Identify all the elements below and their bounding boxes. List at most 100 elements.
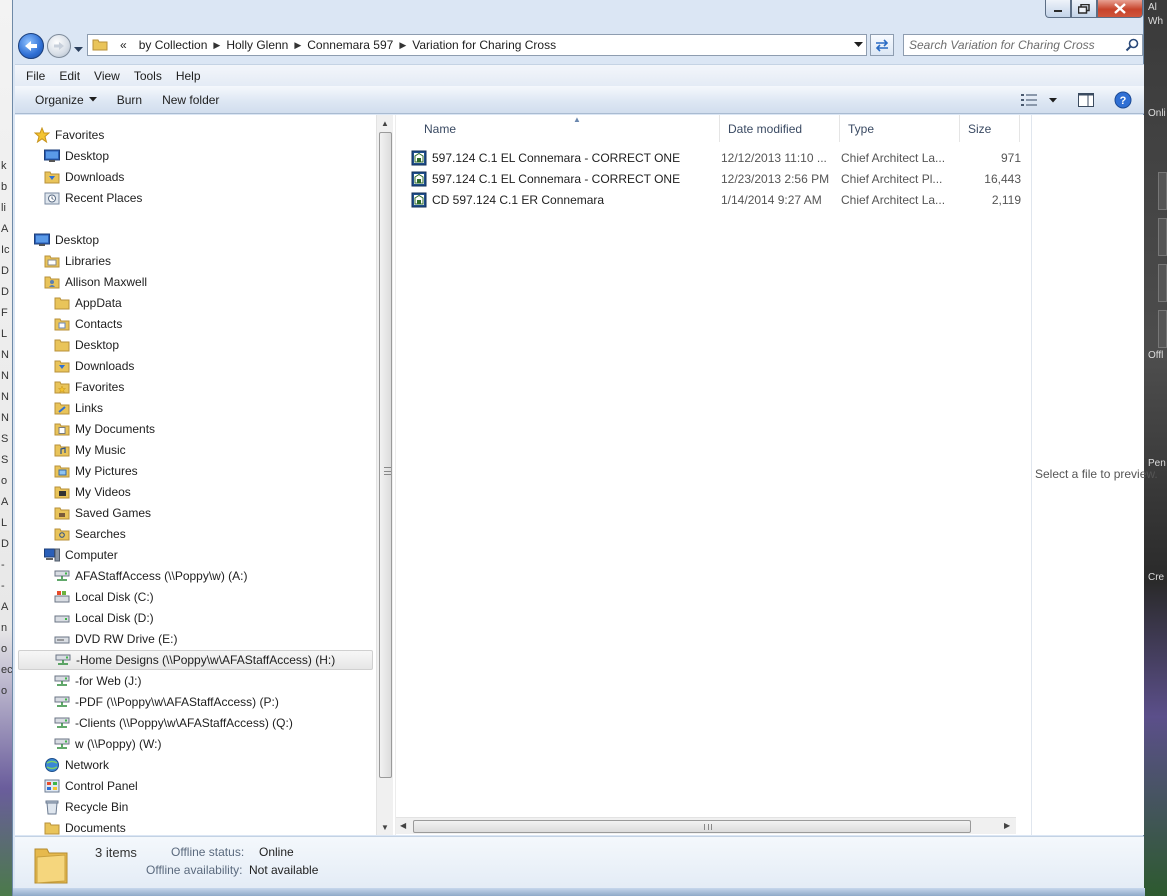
- nav-item[interactable]: My Pictures: [53, 461, 138, 481]
- column-header-date-modified[interactable]: Date modified: [720, 115, 840, 142]
- search-input[interactable]: [904, 38, 1122, 52]
- scroll-right-arrow-icon[interactable]: ▶: [1004, 821, 1010, 830]
- menu-help[interactable]: Help: [169, 69, 208, 83]
- breadcrumb-holly-glenn[interactable]: Holly Glenn: [226, 38, 288, 52]
- nav-item-label: Network: [65, 758, 110, 772]
- breadcrumb-by-collection[interactable]: by Collection: [139, 38, 208, 52]
- nav-item-label: Recycle Bin: [65, 800, 129, 814]
- breadcrumb-separator-icon[interactable]: ▶: [399, 40, 406, 51]
- menu-tools[interactable]: Tools: [127, 69, 169, 83]
- burn-button[interactable]: Burn: [107, 93, 152, 107]
- help-button[interactable]: ?: [1113, 90, 1133, 110]
- column-header-name[interactable]: Name: [416, 115, 720, 142]
- maximize-button[interactable]: [1071, 0, 1097, 18]
- breadcrumb-separator-icon[interactable]: ▶: [213, 40, 220, 51]
- recent-pages-dropdown[interactable]: [74, 42, 83, 56]
- navigation-pane-scrollbar[interactable]: ▲ ▼: [376, 115, 393, 835]
- background-window-text: o: [1, 475, 8, 487]
- breadcrumb-variation-for-charing-cross[interactable]: Variation for Charing Cross: [412, 38, 556, 52]
- nav-item-label: Favorites: [55, 128, 105, 142]
- address-bar[interactable]: « by Collection ▶ Holly Glenn ▶ Connemar…: [87, 34, 867, 56]
- nav-item[interactable]: Desktop: [43, 146, 109, 166]
- refresh-button[interactable]: [870, 34, 894, 56]
- nav-item[interactable]: Local Disk (D:): [53, 608, 154, 628]
- change-view-button[interactable]: [1021, 91, 1065, 109]
- organize-button[interactable]: Organize: [25, 93, 107, 107]
- nav-item[interactable]: -Clients (\\Poppy\w\AFAStaffAccess) (Q:): [53, 713, 293, 733]
- address-dropdown-button[interactable]: [849, 35, 867, 55]
- preview-pane-button[interactable]: [1077, 91, 1095, 109]
- scrollbar-grip: [384, 467, 391, 475]
- nav-item[interactable]: Desktop: [33, 230, 99, 250]
- nav-item[interactable]: Favorites: [33, 125, 104, 145]
- nav-item[interactable]: -PDF (\\Poppy\w\AFAStaffAccess) (P:): [53, 692, 279, 712]
- nav-item[interactable]: AFAStaffAccess (\\Poppy\w) (A:): [53, 566, 248, 586]
- nav-item[interactable]: Recent Places: [43, 188, 142, 208]
- nav-item[interactable]: Links: [53, 398, 103, 418]
- column-header-type[interactable]: Type: [840, 115, 960, 142]
- breadcrumb-separator-icon[interactable]: ▶: [294, 40, 301, 51]
- nav-item[interactable]: My Documents: [53, 419, 155, 439]
- new-folder-button[interactable]: New folder: [152, 93, 229, 107]
- nav-item[interactable]: w (\\Poppy) (W:): [53, 734, 161, 754]
- file-type: Chief Architect La...: [841, 192, 946, 207]
- nav-item[interactable]: Libraries: [43, 251, 111, 271]
- nav-item-label: Recent Places: [65, 191, 143, 205]
- nav-item[interactable]: My Music: [53, 440, 126, 460]
- scroll-left-arrow-icon[interactable]: ◀: [400, 821, 406, 830]
- search-box[interactable]: [903, 34, 1143, 56]
- menu-file[interactable]: File: [19, 69, 52, 83]
- search-icon[interactable]: [1122, 38, 1142, 52]
- nav-item-label: -PDF (\\Poppy\w\AFAStaffAccess) (P:): [75, 695, 279, 709]
- forward-arrow-icon: [54, 42, 64, 50]
- breadcrumb-overflow[interactable]: «: [120, 38, 127, 52]
- nav-item[interactable]: Saved Games: [53, 503, 151, 523]
- nav-item-label: My Documents: [75, 422, 156, 436]
- nav-item[interactable]: Documents: [43, 818, 126, 835]
- nav-item-label: Downloads: [65, 170, 125, 184]
- scrollbar-thumb[interactable]: [413, 820, 971, 833]
- scroll-up-arrow-icon[interactable]: ▲: [381, 119, 389, 128]
- back-button[interactable]: [18, 33, 44, 59]
- nav-item[interactable]: Allison Maxwell: [43, 272, 147, 292]
- nav-item[interactable]: AppData: [53, 293, 122, 313]
- scroll-down-arrow-icon[interactable]: ▼: [381, 823, 389, 832]
- nav-item[interactable]: Local Disk (C:): [53, 587, 154, 607]
- nav-item[interactable]: Contacts: [53, 314, 122, 334]
- nav-item[interactable]: DVD RW Drive (E:): [53, 629, 177, 649]
- file-list-horizontal-scrollbar[interactable]: ◀ ▶: [396, 817, 1016, 834]
- nav-item[interactable]: Searches: [53, 524, 126, 544]
- nav-item[interactable]: Desktop: [53, 335, 119, 355]
- close-button[interactable]: [1097, 0, 1143, 18]
- file-row[interactable]: 597.124 C.1 EL Connemara - CORRECT ONE 12…: [411, 147, 1021, 168]
- details-pane: 3 items Offline status: Online Offline a…: [15, 836, 1144, 888]
- nav-item[interactable]: Downloads: [53, 356, 134, 376]
- breadcrumb-connemara-597[interactable]: Connemara 597: [307, 38, 393, 52]
- nav-item[interactable]: Downloads: [43, 167, 124, 187]
- documents-folder-icon: [53, 421, 71, 437]
- chief-architect-file-icon: [411, 189, 429, 210]
- address-row: « by Collection ▶ Holly Glenn ▶ Connemar…: [13, 30, 1143, 62]
- file-row[interactable]: 597.124 C.1 EL Connemara - CORRECT ONE 12…: [411, 168, 1021, 189]
- caption-buttons: [1045, 0, 1143, 18]
- nav-item[interactable]: -Home Designs (\\Poppy\w\AFAStaffAccess)…: [18, 650, 373, 670]
- forward-button[interactable]: [47, 34, 71, 58]
- windows-drive-icon: [53, 589, 71, 605]
- scrollbar-thumb[interactable]: [379, 132, 392, 778]
- column-header-size[interactable]: Size: [960, 115, 1020, 142]
- details-view-icon: [1021, 94, 1037, 106]
- menu-edit[interactable]: Edit: [52, 69, 87, 83]
- nav-item[interactable]: Favorites: [53, 377, 124, 397]
- nav-item[interactable]: Recycle Bin: [43, 797, 128, 817]
- minimize-button[interactable]: [1045, 0, 1071, 18]
- local-disk-icon: [53, 610, 71, 626]
- network-drive-icon: [53, 715, 71, 731]
- nav-item[interactable]: Control Panel: [43, 776, 138, 796]
- help-icon: ?: [1114, 91, 1132, 109]
- nav-item[interactable]: Computer: [43, 545, 118, 565]
- nav-item[interactable]: My Videos: [53, 482, 131, 502]
- menu-view[interactable]: View: [87, 69, 127, 83]
- nav-item[interactable]: -for Web (J:): [53, 671, 141, 691]
- file-row[interactable]: CD 597.124 C.1 ER Connemara 1/14/2014 9:2…: [411, 189, 1021, 210]
- nav-item[interactable]: Network: [43, 755, 109, 775]
